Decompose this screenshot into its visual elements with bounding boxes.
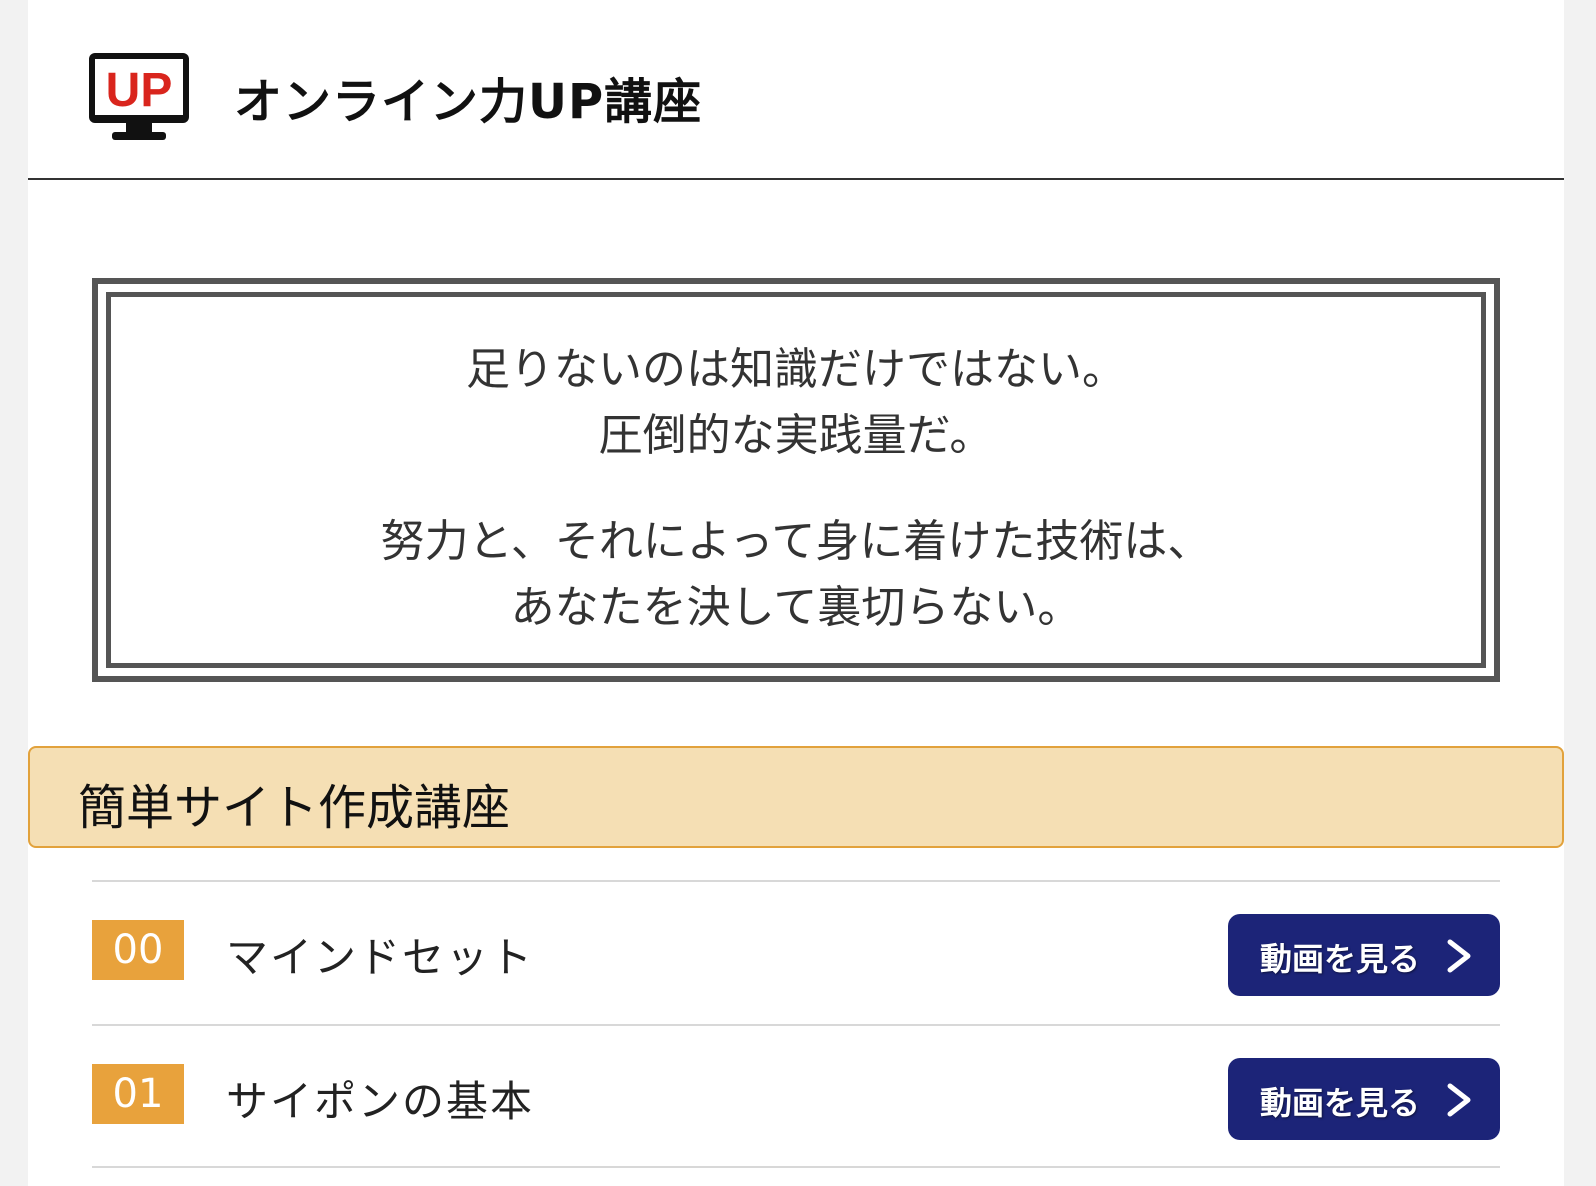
watch-video-label: 動画を見る xyxy=(1260,1084,1421,1122)
section-title: 簡単サイト作成講座 xyxy=(78,780,511,836)
chevron-right-icon xyxy=(1447,939,1471,973)
quote-line: あなたを決して裏切らない。 xyxy=(510,582,1082,633)
quote-box: 足りないのは知識だけではない。 圧倒的な実践量だ。 努力と、それによって身に着け… xyxy=(92,278,1500,682)
quote-line: 努力と、それによって身に着けた技術は、 xyxy=(380,516,1212,567)
watch-video-button[interactable]: 動画を見る xyxy=(1228,914,1500,996)
lesson-title: マインドセット xyxy=(226,933,535,982)
svg-text:UP: UP xyxy=(106,64,173,117)
watch-video-label: 動画を見る xyxy=(1260,940,1421,978)
quote-line: 圧倒的な実践量だ。 xyxy=(598,410,994,461)
site-header: UP オンライン力UP講座 xyxy=(28,0,1564,180)
site-title: オンライン力UP講座 xyxy=(234,74,703,130)
monitor-up-logo-icon[interactable]: UP xyxy=(86,50,192,142)
watch-video-button[interactable]: 動画を見る xyxy=(1228,1058,1500,1140)
lesson-title: サイポンの基本 xyxy=(226,1077,535,1126)
lesson-number-badge: 01 xyxy=(92,1064,184,1124)
quote-line: 足りないのは知識だけではない。 xyxy=(466,344,1126,395)
lesson-row: 00 マインドセット 動画を見る xyxy=(92,880,1500,1024)
lesson-number-badge: 00 xyxy=(92,920,184,980)
section-header: 簡単サイト作成講座 xyxy=(28,746,1564,848)
page: UP オンライン力UP講座 足りないのは知識だけではない。 圧倒的な実践量だ。 … xyxy=(28,0,1564,1186)
quote-inner-border: 足りないのは知識だけではない。 圧倒的な実践量だ。 努力と、それによって身に着け… xyxy=(106,292,1486,668)
lesson-row: 01 サイポンの基本 動画を見る xyxy=(92,1024,1500,1168)
lesson-list: 00 マインドセット 動画を見る 01 サイポンの基本 動画を見る xyxy=(92,880,1500,1168)
quote-text: 足りないのは知識だけではない。 圧倒的な実践量だ。 努力と、それによって身に着け… xyxy=(111,337,1481,641)
chevron-right-icon xyxy=(1447,1083,1471,1117)
